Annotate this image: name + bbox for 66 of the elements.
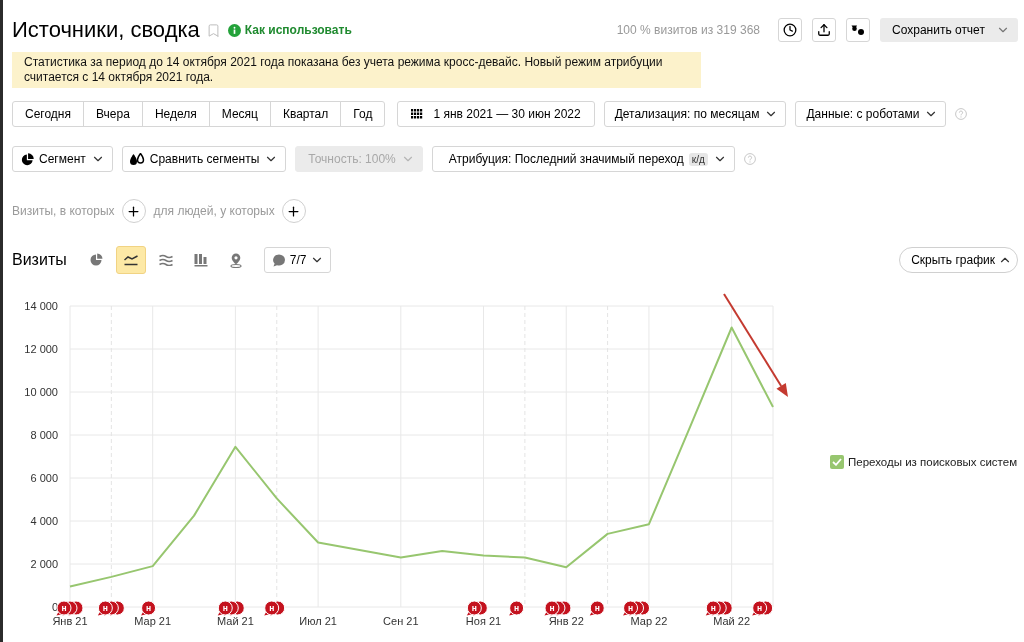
axis-label: 12 000 [24,343,58,355]
segment-dropdown[interactable]: Сегмент [12,146,113,172]
axis-label: 0 [51,601,58,613]
save-report-button[interactable]: Сохранить отчет [880,18,1018,42]
history-button[interactable] [778,18,802,42]
note-marker[interactable]: н [589,600,605,616]
note-marker[interactable]: н [141,600,157,616]
axis-label: 10 000 [24,386,58,398]
hide-chart-button[interactable]: Скрыть график [899,247,1018,273]
axis-label: Мар 22 [630,615,668,627]
axis-label: Янв 22 [548,615,584,627]
legend-label: Переходы из поисковых систем [848,456,1018,468]
drops-icon [128,152,145,166]
compare-dropdown[interactable]: Сравнить сегменты [121,146,287,172]
shapes-icon [851,24,865,36]
bar-chart-icon [193,253,208,267]
axis-label: Май 21 [217,615,254,627]
attribution-dropdown[interactable]: Атрибуция: Последний значимый переход к/д [431,146,735,172]
help-link[interactable]: Как использовать [244,23,352,37]
clock-icon [783,23,797,37]
axis-label: 8 000 [30,429,58,441]
calendar-icon [411,109,424,119]
axis-label: 6 000 [30,472,58,484]
date-range-button[interactable]: 1 янв 2021 — 30 июн 2022 [397,101,595,127]
area-chart-icon [158,254,173,266]
legend-checkbox[interactable] [830,455,844,469]
axis-label: 14 000 [24,300,58,312]
note-marker[interactable]: н [509,600,525,616]
data-dropdown[interactable]: Данные: с роботами [795,101,947,127]
axis-label: 4 000 [30,515,58,527]
icon-button[interactable] [846,18,870,42]
map-pin-icon [228,252,243,268]
pie-chart-icon [88,253,103,267]
axis-label: Янв 21 [52,615,88,627]
upload-icon [817,23,831,37]
filter-label: для людей, у которых [153,204,275,218]
period-tab[interactable]: Вчера [83,101,143,127]
chart-title: Визиты [12,251,67,269]
axis-label: Май 22 [713,615,751,627]
period-tab[interactable]: Неделя [141,101,210,127]
period-tab[interactable]: Сегодня [12,101,84,127]
notice-banner: Статистика за период до 14 октября 2021 года показана без учета режима кросс-девайс. Новый режим атрибуции считается с 14 октября 2021 года. [12,52,701,88]
detail-dropdown[interactable]: Детализация: по месяцам [603,101,787,127]
plus-icon [286,203,302,219]
line-chart-icon [123,254,138,266]
pie-chart-icon [21,152,34,166]
chart-type-button[interactable] [115,246,146,274]
visits-share-text: 100 % визитов из 319 368 [616,23,760,37]
export-button[interactable] [812,18,836,42]
notes-dropdown[interactable]: 7/7 [263,247,332,273]
period-tab[interactable]: Месяц [208,101,271,127]
axis-label: Июл 21 [299,615,337,627]
filter-label: Визиты, в которых [12,204,115,218]
axis-label: Мар 21 [134,615,172,627]
info-icon [227,23,241,37]
model-badge: к/д [688,152,708,166]
comment-icon [271,253,286,267]
page-title: Источники, сводка [12,17,200,43]
add-condition-button[interactable] [121,199,146,223]
period-tab[interactable]: Год [340,101,386,127]
period-tab[interactable]: Квартал [269,101,342,127]
add-condition-button[interactable] [281,199,306,223]
axis-label: Ноя 21 [465,615,502,627]
axis-label: 2 000 [30,558,58,570]
axis-label: Сен 21 [383,615,419,627]
plus-icon [126,203,142,219]
